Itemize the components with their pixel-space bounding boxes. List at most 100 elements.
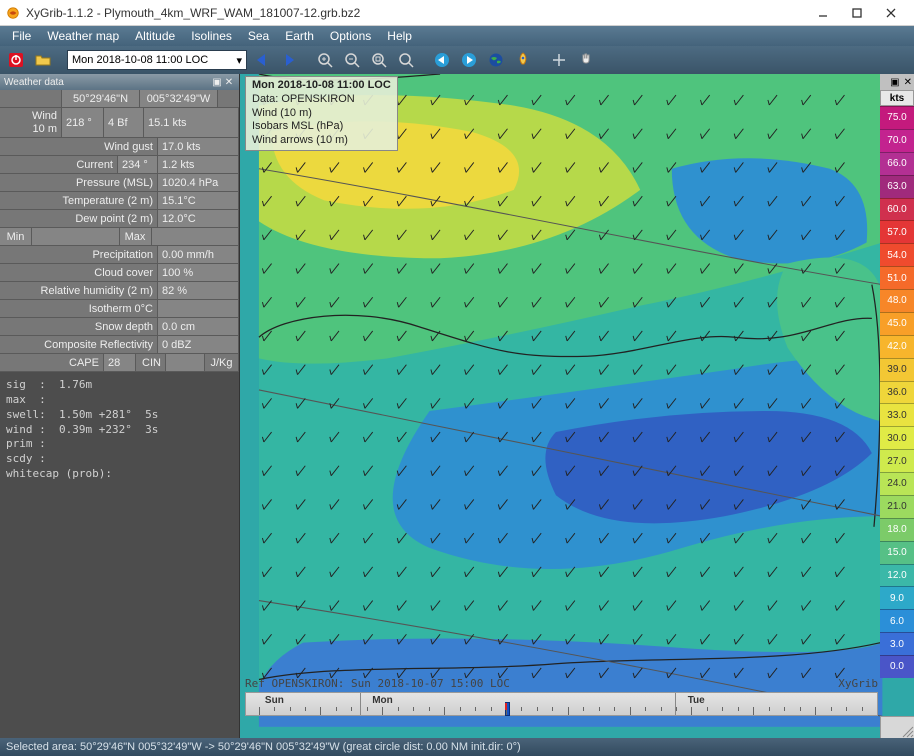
val-refl: 0 dBZ <box>158 336 239 353</box>
val-dew: 12.0°C <box>158 210 239 227</box>
legend-step: 18.0 <box>880 518 914 541</box>
panel-header: Weather data ▣ ✕ <box>0 74 239 90</box>
menu-sea[interactable]: Sea <box>240 29 277 43</box>
lbl-max: Max <box>120 228 152 245</box>
nav-back-icon[interactable] <box>430 48 454 72</box>
overlay-isobars: Isobars MSL (hPa) <box>252 120 391 134</box>
menu-bar: File Weather map Altitude Isolines Sea E… <box>0 26 914 46</box>
status-bar: Selected area: 50°29'46"N 005°32'49"W ->… <box>0 738 914 756</box>
legend-step: 12.0 <box>880 564 914 587</box>
zoom-in-icon[interactable] <box>313 48 337 72</box>
legend-step: 48.0 <box>880 289 914 312</box>
val-iso <box>158 300 239 317</box>
legend-step: 30.0 <box>880 426 914 449</box>
wind10m-dir: 218 ° <box>62 108 104 137</box>
lbl-rh: Relative humidity (2 m) <box>0 282 158 299</box>
lbl-dew: Dew point (2 m) <box>0 210 158 227</box>
menu-isolines[interactable]: Isolines <box>183 29 240 43</box>
legend-step: 36.0 <box>880 381 914 404</box>
zoom-out-icon[interactable] <box>340 48 364 72</box>
map-canvas <box>240 74 914 738</box>
data-grid: 50°29'46"N 005°32'49"W Wind 10 m 218 ° 4… <box>0 90 239 372</box>
unit-jkg: J/Kg <box>205 354 239 371</box>
wind10m-bf: 4 Bf <box>104 108 144 137</box>
legend-step: 57.0 <box>880 220 914 243</box>
val-rh: 82 % <box>158 282 239 299</box>
power-icon[interactable] <box>4 48 28 72</box>
lbl-gust: Wind gust <box>0 138 158 155</box>
close-button[interactable] <box>874 0 908 25</box>
time-slider[interactable]: Sun Mon Tue <box>245 692 878 716</box>
overlay-wind: Wind (10 m) <box>252 107 391 121</box>
pan-icon[interactable] <box>574 48 598 72</box>
val-temp: 15.1°C <box>158 192 239 209</box>
wind10m-label: Wind 10 m <box>0 108 62 137</box>
panel-close-icon[interactable]: ✕ <box>223 76 235 88</box>
time-selector[interactable]: Mon 2018-10-08 11:00 LOC ▾ <box>67 50 247 70</box>
overlay-arrows: Wind arrows (10 m) <box>252 134 391 148</box>
ts-sun: Sun <box>265 695 284 706</box>
panel-title: Weather data <box>4 77 64 88</box>
val-current-dir: 234 ° <box>118 156 158 173</box>
val-gust: 17.0 kts <box>158 138 239 155</box>
legend-step: 54.0 <box>880 243 914 266</box>
legend-step: 15.0 <box>880 541 914 564</box>
maximize-button[interactable] <box>840 0 874 25</box>
lbl-min: Min <box>0 228 32 245</box>
lbl-refl: Composite Reflectivity <box>0 336 158 353</box>
nav-forward-icon[interactable] <box>457 48 481 72</box>
legend-step: 24.0 <box>880 472 914 495</box>
lbl-pressure: Pressure (MSL) <box>0 174 158 191</box>
legend-step: 42.0 <box>880 335 914 358</box>
menu-earth[interactable]: Earth <box>277 29 322 43</box>
overlay-data: Data: OPENSKIRON <box>252 93 391 107</box>
legend-close-icon[interactable]: ✕ <box>904 77 912 88</box>
legend-step: 75.0 <box>880 106 914 129</box>
val-pressure: 1020.4 hPa <box>158 174 239 191</box>
time-selector-text: Mon 2018-10-08 11:00 LOC <box>72 54 208 66</box>
overlay-time: Mon 2018-10-08 11:00 LOC <box>252 79 391 93</box>
zoom-fit-icon[interactable] <box>367 48 391 72</box>
lbl-iso: Isotherm 0°C <box>0 300 158 317</box>
map-view[interactable]: Mon 2018-10-08 11:00 LOC Data: OPENSKIRO… <box>240 74 914 738</box>
menu-help[interactable]: Help <box>379 29 420 43</box>
menu-weather-map[interactable]: Weather map <box>39 29 127 43</box>
legend-step: 60.0 <box>880 198 914 221</box>
sidebar: Weather data ▣ ✕ 50°29'46"N 005°32'49"W … <box>0 74 240 738</box>
lbl-temp: Temperature (2 m) <box>0 192 158 209</box>
menu-file[interactable]: File <box>4 29 39 43</box>
legend-step: 6.0 <box>880 609 914 632</box>
menu-altitude[interactable]: Altitude <box>127 29 183 43</box>
globe-icon[interactable] <box>484 48 508 72</box>
panel-float-icon[interactable]: ▣ <box>211 76 223 88</box>
legend-step: 66.0 <box>880 152 914 175</box>
select-icon[interactable] <box>547 48 571 72</box>
title-bar: XyGrib-1.1.2 - Plymouth_4km_WRF_WAM_1810… <box>0 0 914 26</box>
legend-float-icon[interactable]: ▣ <box>890 77 899 88</box>
minimize-button[interactable] <box>806 0 840 25</box>
wave-data-text: sig : 1.76m max : swell: 1.50m +281° 5s … <box>0 372 239 738</box>
brand-text: XyGrib <box>838 677 878 690</box>
legend-step: 21.0 <box>880 495 914 518</box>
zoom-region-icon[interactable] <box>394 48 418 72</box>
legend-step: 27.0 <box>880 449 914 472</box>
resize-grip[interactable] <box>880 716 914 738</box>
toolbar: Mon 2018-10-08 11:00 LOC ▾ <box>0 46 914 74</box>
lbl-current: Current <box>0 156 118 173</box>
next-time-icon[interactable] <box>277 48 301 72</box>
prev-time-icon[interactable] <box>250 48 274 72</box>
rocket-icon[interactable] <box>511 48 535 72</box>
val-precip: 0.00 mm/h <box>158 246 239 263</box>
map-legend: ▣✕ kts 75.070.066.063.060.057.054.051.04… <box>880 74 914 678</box>
legend-unit: kts <box>880 90 914 106</box>
legend-step: 51.0 <box>880 266 914 289</box>
status-text: Selected area: 50°29'46"N 005°32'49"W ->… <box>6 741 521 753</box>
legend-step: 9.0 <box>880 586 914 609</box>
legend-step: 33.0 <box>880 403 914 426</box>
open-file-icon[interactable] <box>31 48 55 72</box>
lbl-cloud: Cloud cover <box>0 264 158 281</box>
menu-options[interactable]: Options <box>322 29 379 43</box>
chevron-down-icon: ▾ <box>236 54 242 67</box>
legend-step: 0.0 <box>880 655 914 678</box>
lon-value: 005°32'49"W <box>140 90 218 107</box>
